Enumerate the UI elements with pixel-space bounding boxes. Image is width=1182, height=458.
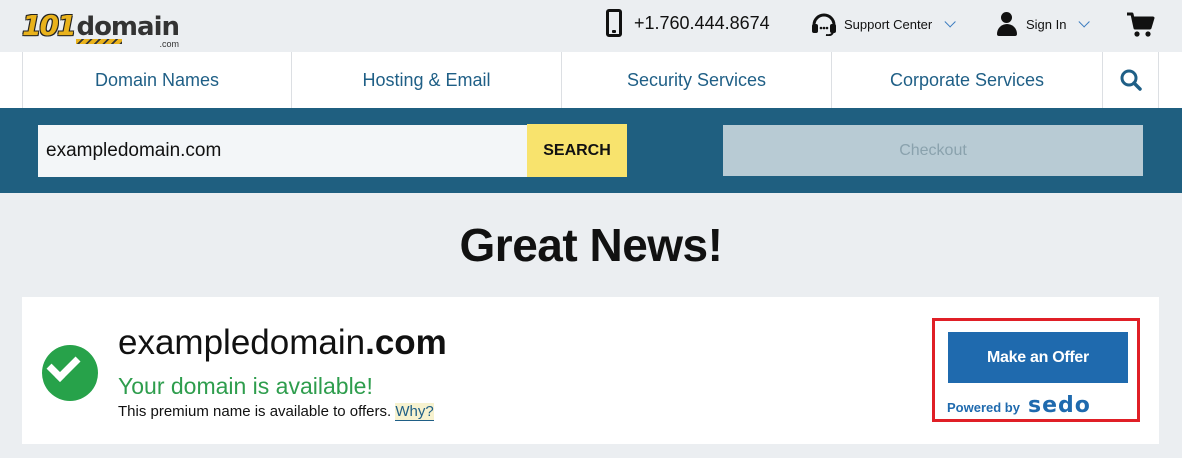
make-offer-button[interactable]: Make an Offer (948, 332, 1128, 383)
user-icon (996, 12, 1018, 36)
sign-in-menu[interactable]: Sign In (996, 12, 1091, 36)
powered-by-sedo: Powered by sedo (947, 393, 1091, 418)
search-band: SEARCH Checkout (0, 108, 1182, 193)
domain-sld: exampledomain (118, 323, 366, 362)
premium-note-text: This premium name is available to offers… (118, 403, 392, 420)
premium-note: This premium name is available to offers… (118, 403, 434, 421)
logo[interactable]: 101 domain .com (22, 5, 180, 50)
search-button[interactable]: SEARCH (527, 124, 627, 177)
nav-item-security-services[interactable]: Security Services (562, 52, 832, 108)
availability-status: Your domain is available! (118, 373, 373, 399)
logo-stripe (76, 39, 123, 44)
nav-background-left (0, 52, 22, 108)
why-link[interactable]: Why? (395, 403, 434, 421)
headset-icon (810, 12, 838, 37)
nav-item-domain-names[interactable]: Domain Names (22, 52, 292, 108)
logo-suffix: .com (159, 39, 179, 49)
support-center-label: Support Center (844, 16, 933, 32)
main-nav: Domain Names Hosting & Email Security Se… (22, 52, 1159, 108)
logo-word: domain (76, 12, 180, 42)
domain-tld: .com (365, 323, 447, 362)
logo-number: 101 (22, 9, 76, 42)
nav-background-right (1159, 52, 1182, 108)
phone-contact[interactable]: +1.760.444.8674 (606, 9, 770, 37)
checkout-button[interactable]: Checkout (723, 125, 1143, 176)
domain-name: exampledomain.com (118, 323, 447, 363)
support-center-menu[interactable]: Support Center (810, 12, 956, 37)
phone-number: +1.760.444.8674 (634, 12, 770, 33)
chevron-down-icon (1078, 16, 1091, 28)
check-circle-icon (42, 345, 98, 401)
chevron-down-icon (944, 16, 956, 28)
offer-highlight-box: Make an Offer Powered by sedo (932, 318, 1140, 422)
logo-wordmark: domain .com (76, 12, 180, 49)
domain-result-card: exampledomain.com Your domain is availab… (22, 297, 1159, 444)
powered-by-label: Powered by (947, 400, 1020, 415)
sedo-logo: sedo (1027, 393, 1091, 418)
nav-item-corporate-services[interactable]: Corporate Services (832, 52, 1103, 108)
search-icon[interactable] (1103, 52, 1159, 108)
top-bar: 101 domain .com +1.760.444.8674 Support … (0, 0, 1182, 52)
sign-in-label: Sign In (1026, 16, 1067, 32)
phone-icon (606, 9, 622, 37)
domain-search-input[interactable] (38, 125, 528, 177)
nav-item-hosting-email[interactable]: Hosting & Email (292, 52, 562, 108)
cart-icon[interactable] (1126, 12, 1156, 38)
page-title: Great News! (459, 219, 723, 271)
